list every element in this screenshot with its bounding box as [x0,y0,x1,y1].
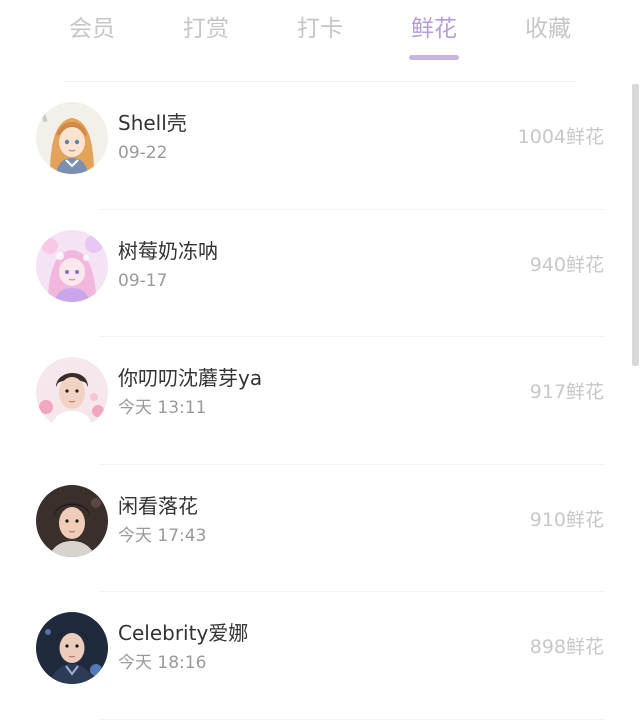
avatar[interactable] [36,484,108,557]
user-name: 你叨叨沈蘑芽ya [118,366,263,390]
flower-ranking-list: Shell壳 09-22 1004鲜花 树莓奶冻呐 09-17 940鲜花 你叨… [0,82,640,720]
user-name: Celebrity爱娜 [118,621,249,645]
flower-count: 917鲜花 [529,381,604,403]
flower-count: 898鲜花 [529,636,604,658]
flower-count: 910鲜花 [529,508,604,531]
timestamp: 今天 18:16 [118,653,207,673]
user-name: Shell壳 [118,111,187,135]
list-item[interactable]: 闲看落花 今天 17:43 910鲜花 [0,465,640,592]
avatar[interactable] [36,229,108,302]
list-item[interactable]: Shell壳 09-22 1004鲜花 [0,82,640,210]
list-item[interactable]: 树莓奶冻呐 09-17 940鲜花 [0,210,640,337]
list-item[interactable]: 你叨叨沈蘑芽ya 今天 13:11 917鲜花 [0,337,640,465]
tab-bar: 会员 打赏 打卡 鲜花 收藏 [0,0,640,82]
flower-count: 940鲜花 [529,253,604,276]
tab-members[interactable]: 会员 [42,12,142,46]
list-item[interactable]: Celebrity爱娜 今天 18:16 898鲜花 [0,592,640,720]
tab-flowers-label: 鲜花 [411,16,457,42]
photo-portrait-avatar-image [36,357,108,429]
tab-tips[interactable]: 打赏 [156,12,256,46]
user-name: 树莓奶冻呐 [118,238,218,263]
flower-count: 1004鲜花 [517,126,604,148]
anime-girl-avatar-image [36,102,108,174]
avatar[interactable] [36,102,108,174]
timestamp: 今天 13:11 [118,398,207,418]
row-divider [100,718,604,720]
timestamp: 09-22 [118,143,168,163]
tab-favorites[interactable]: 收藏 [498,12,598,46]
pastel-girl-avatar-image [36,229,108,302]
tab-flowers[interactable]: 鲜花 [384,12,484,60]
photo-portrait-avatar-image [36,484,108,557]
avatar[interactable] [36,612,108,684]
user-name: 闲看落花 [118,493,198,518]
photo-portrait-avatar-image [36,612,108,684]
tab-checkin[interactable]: 打卡 [270,12,370,46]
timestamp: 今天 17:43 [118,525,207,546]
active-tab-indicator [409,55,459,60]
avatar[interactable] [36,357,108,429]
timestamp: 09-17 [118,270,168,291]
